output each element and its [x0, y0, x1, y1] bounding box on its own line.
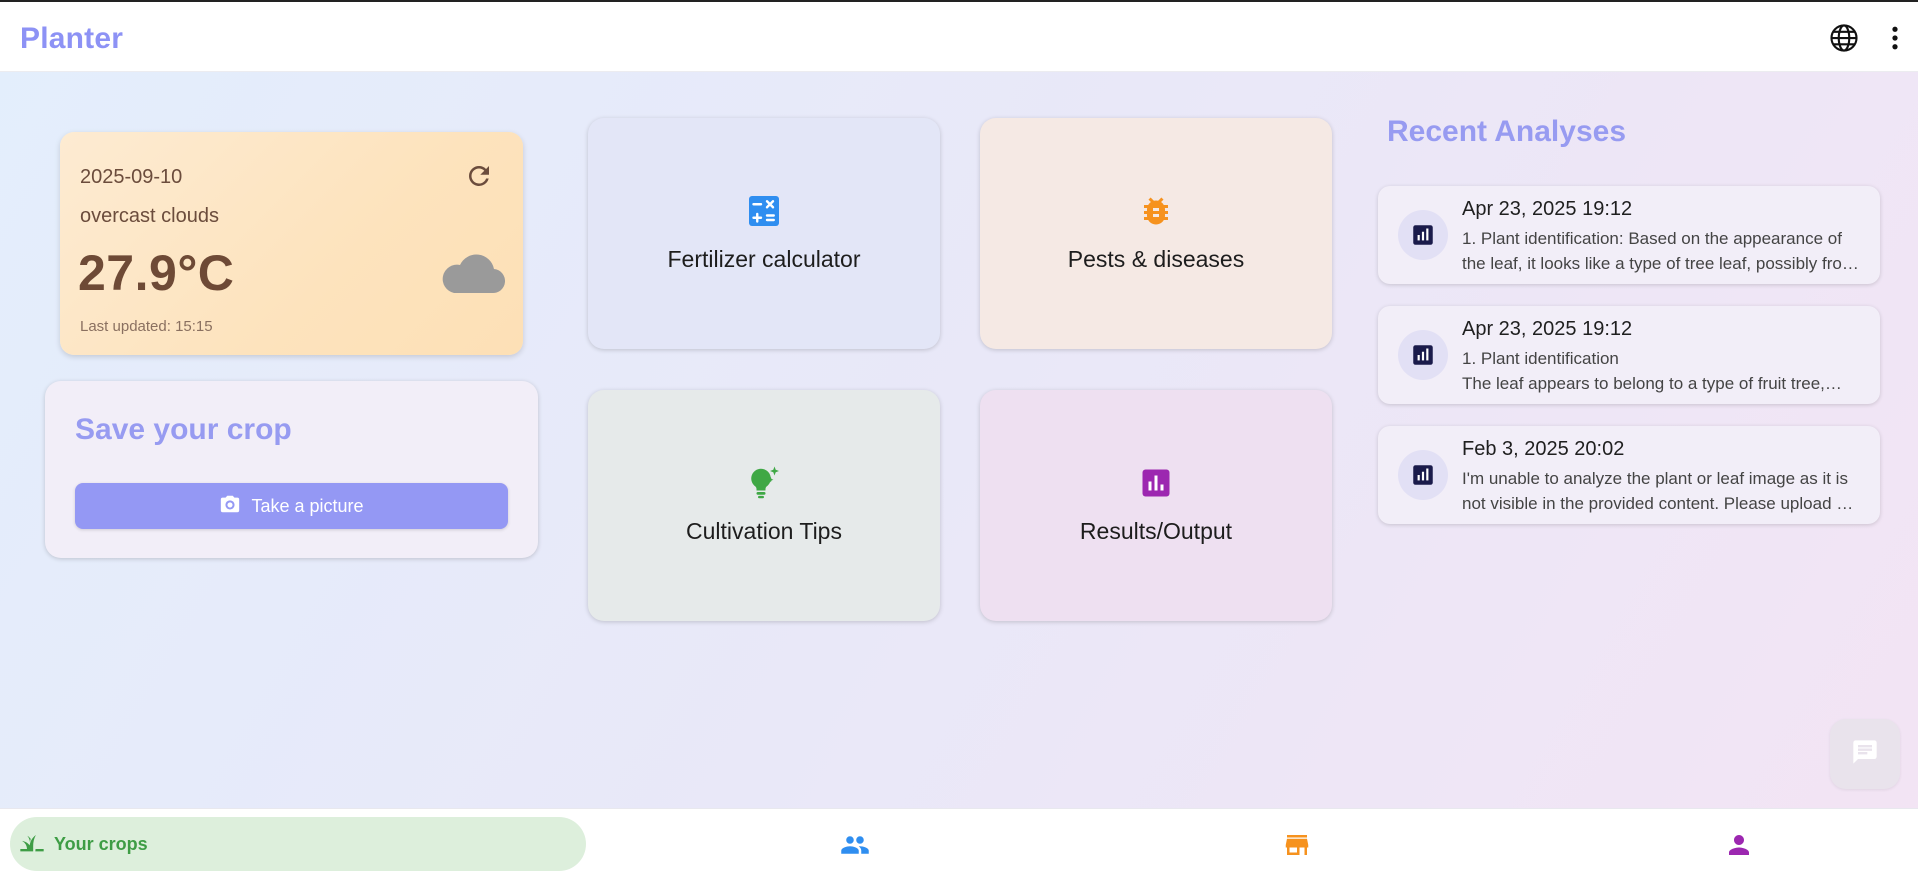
recent-item-text: 1. Plant identification: Based on the ap…	[1462, 229, 1857, 273]
bug-icon	[1138, 193, 1174, 229]
recent-item-text: 1. Plant identification The leaf appears…	[1462, 349, 1825, 393]
analytics-icon	[1398, 210, 1448, 260]
recent-analysis-item[interactable]: Feb 3, 2025 20:02 I'm unable to analyze …	[1378, 426, 1880, 524]
weather-condition: overcast clouds	[80, 205, 219, 227]
cloud-icon	[440, 247, 506, 297]
recent-analysis-item[interactable]: Apr 23, 2025 19:12 1. Plant identificati…	[1378, 306, 1880, 404]
tile-cultivation-tips[interactable]: Cultivation Tips	[588, 390, 940, 621]
people-icon[interactable]	[840, 830, 870, 860]
lightbulb-icon	[746, 465, 782, 501]
recent-analysis-item[interactable]: Apr 23, 2025 19:12 1. Plant identificati…	[1378, 186, 1880, 284]
chat-button[interactable]	[1830, 719, 1900, 789]
nav-your-crops[interactable]: Your crops	[10, 817, 586, 871]
weather-temperature: 27.9°C	[78, 245, 235, 301]
more-vert-icon[interactable]	[1880, 23, 1910, 53]
refresh-icon[interactable]	[464, 161, 494, 191]
tile-fertilizer-calculator[interactable]: Fertilizer calculator	[588, 118, 940, 349]
recent-item-date: Apr 23, 2025 19:12	[1462, 198, 1633, 220]
app-title: Planter	[20, 22, 124, 55]
weather-last-updated: Last updated: 15:15	[80, 318, 213, 335]
save-crop-title: Save your crop	[75, 413, 292, 446]
tile-pests-diseases[interactable]: Pests & diseases	[980, 118, 1332, 349]
bar-chart-icon	[1138, 465, 1174, 501]
analytics-icon	[1398, 450, 1448, 500]
camera-icon	[219, 493, 241, 520]
save-crop-card: Save your crop Take a picture	[45, 381, 538, 558]
tile-label: Results/Output	[1079, 518, 1233, 544]
calculator-icon	[746, 193, 782, 229]
take-picture-label: Take a picture	[251, 495, 364, 516]
take-picture-button[interactable]: Take a picture	[75, 483, 508, 529]
analytics-icon	[1398, 330, 1448, 380]
globe-icon[interactable]	[1829, 23, 1859, 53]
tile-label: Pests & diseases	[1067, 246, 1245, 272]
weather-date: 2025-09-10	[80, 166, 183, 188]
app-bar: Planter	[0, 2, 1918, 72]
bottom-navigation: Your crops	[0, 808, 1918, 877]
recent-item-date: Feb 3, 2025 20:02	[1462, 438, 1625, 460]
weather-card: 2025-09-10 overcast clouds 27.9°C Last u…	[60, 132, 523, 355]
chat-icon	[1851, 738, 1879, 771]
recent-item-text: I'm unable to analyze the plant or leaf …	[1462, 469, 1848, 513]
tile-label: Fertilizer calculator	[667, 246, 861, 272]
person-icon[interactable]	[1724, 830, 1754, 860]
store-icon[interactable]	[1282, 830, 1312, 860]
tile-label: Cultivation Tips	[686, 518, 842, 544]
recent-analyses-title: Recent Analyses	[1387, 115, 1627, 148]
grass-icon	[18, 828, 46, 861]
tile-results-output[interactable]: Results/Output	[980, 390, 1332, 621]
nav-your-crops-label: Your crops	[54, 833, 148, 854]
recent-item-date: Apr 23, 2025 19:12	[1462, 318, 1633, 340]
